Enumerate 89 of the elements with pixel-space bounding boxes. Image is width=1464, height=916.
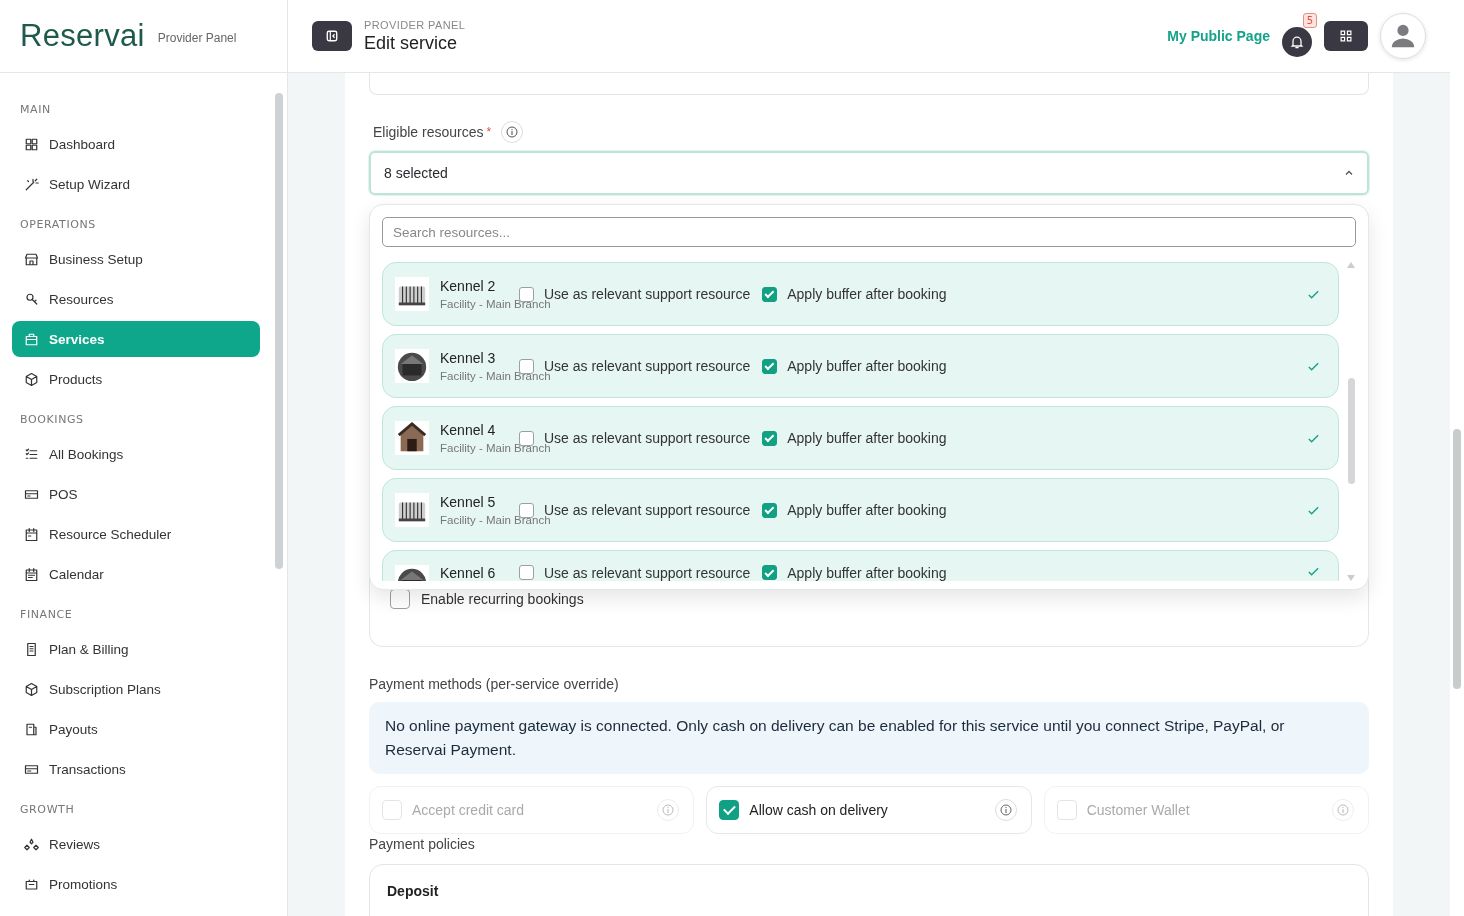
checkbox-label: Apply buffer after booking: [787, 358, 947, 374]
sidebar-item[interactable]: Subscription Plans: [12, 671, 260, 707]
sidebar-item[interactable]: Setup Wizard: [12, 166, 260, 202]
checkbox[interactable]: [719, 800, 740, 820]
sidebar-item[interactable]: Resource Scheduler: [12, 516, 260, 552]
menu-item-icon: [24, 566, 39, 582]
checkbox[interactable]: [762, 565, 778, 580]
notification-badge: 5: [1302, 13, 1317, 28]
menu-item-icon: [24, 371, 39, 387]
sidebar-item[interactable]: Resources: [12, 281, 260, 317]
resource-option[interactable]: Kennel 2 Facility - Main Branch Use as relevant support resource Apply buffer after booking: [382, 262, 1339, 326]
sidebar-icon: [326, 30, 338, 42]
grid-icon: [1339, 29, 1353, 43]
checkbox[interactable]: [762, 430, 778, 446]
section-heading: OPERATIONS: [19, 217, 97, 233]
menu-item-icon: [24, 721, 39, 737]
menu-item-icon: [24, 641, 39, 657]
input-field[interactable]: [369, 73, 1369, 95]
checkbox-label: Apply buffer after booking: [787, 502, 947, 518]
sidebar-item[interactable]: Reviews: [12, 826, 260, 862]
menu-item-icon: [24, 526, 39, 542]
bell-icon: [1289, 34, 1305, 50]
option-label: Allow cash on delivery: [749, 802, 888, 818]
menu-item-icon: [24, 251, 39, 267]
resource-name: Kennel 6: [440, 565, 496, 581]
option-label: Customer Wallet: [1086, 802, 1190, 818]
sidebar-item[interactable]: Promotions: [12, 866, 260, 902]
checkbox-label: Apply buffer after booking: [787, 565, 947, 581]
card-title: Deposit: [387, 883, 440, 899]
sidebar-item[interactable]: Calendar: [12, 556, 260, 592]
menu-item-icon: [24, 446, 39, 462]
resource-name: Kennel 2: [440, 278, 496, 294]
menu-item-icon: [24, 176, 39, 192]
section-title: Payment methods (per-service override): [369, 676, 620, 692]
section-heading: GROWTH: [19, 802, 76, 818]
sidebar-item[interactable]: Plan & Billing: [12, 631, 260, 667]
sidebar-item[interactable]: Transactions: [12, 751, 260, 787]
page-kicker: PROVIDER PANEL: [364, 18, 466, 31]
sidebar-item[interactable]: Products: [12, 361, 260, 397]
chevron-icon: [1344, 168, 1354, 178]
payment-option[interactable]: Allow cash on delivery: [706, 786, 1032, 834]
check-icon: [1307, 565, 1320, 578]
page-title: Edit service: [364, 32, 459, 54]
checkbox[interactable]: [762, 358, 778, 374]
menu-item-icon: [24, 876, 39, 892]
menu-item-icon: [24, 681, 39, 697]
resource-name: Kennel 5: [440, 494, 496, 510]
menu-item-icon: [24, 331, 39, 347]
resources-select[interactable]: 8 selected: [369, 151, 1369, 195]
panel-subtitle: Provider Panel: [157, 31, 237, 45]
sidebar-item[interactable]: All Bookings: [12, 436, 260, 472]
scroll-up-icon[interactable]: [1347, 262, 1355, 268]
section-title: Payment policies: [369, 836, 476, 852]
sidebar-item[interactable]: Payouts: [12, 711, 260, 747]
resource-option[interactable]: Kennel 5 Facility - Main Branch Use as relevant support resource Apply buffer after booking: [382, 478, 1339, 542]
search-field[interactable]: Search resources...: [382, 217, 1356, 247]
checkbox[interactable]: [762, 502, 778, 518]
checkbox[interactable]: [519, 565, 534, 580]
sidebar-item[interactable]: POS: [12, 476, 260, 512]
resource-option[interactable]: Kennel 4 Facility - Main Branch Use as relevant support resource Apply buffer after booking: [382, 406, 1339, 470]
resource-name: Kennel 4: [440, 422, 496, 438]
sidebar-item[interactable]: Dashboard: [12, 126, 260, 162]
section-heading: FINANCE: [19, 607, 74, 623]
menu-item-icon: [24, 136, 39, 152]
checkbox-label: Apply buffer after booking: [787, 286, 947, 302]
checkbox[interactable]: [762, 286, 778, 302]
checkbox-label: Enable recurring bookings: [421, 591, 584, 607]
resource-option[interactable]: Kennel 6 Use as relevant support resource Apply buffer after booking: [382, 550, 1339, 581]
checkbox[interactable]: [390, 589, 410, 609]
sidebar-toggle-button[interactable]: [312, 21, 352, 51]
section-heading: BOOKINGS: [19, 412, 85, 428]
apps-button[interactable]: [1324, 21, 1368, 51]
field-label: Eligible resources: [373, 124, 484, 140]
notice-text: No online payment gateway is connected. Only cash on delivery can be enabled for this service until you connect Stripe, PayPal, or Reservai Payment.: [369, 702, 1369, 774]
resource-option[interactable]: Kennel 3 Facility - Main Branch Use as relevant support resource Apply buffer after booking: [382, 334, 1339, 398]
menu-item-icon: [24, 836, 39, 852]
checkbox-label: Use as relevant support resource: [544, 565, 751, 581]
section-heading: MAIN: [19, 102, 52, 118]
sidebar-item[interactable]: Business Setup: [12, 241, 260, 277]
menu-item-icon: [24, 291, 39, 307]
required-mark: *: [486, 125, 492, 139]
scrollbar-thumb[interactable]: [1453, 429, 1461, 689]
option-label: Accept credit card: [412, 802, 525, 818]
scroll-down-icon[interactable]: [1347, 575, 1355, 581]
scrollbar-thumb[interactable]: [1347, 378, 1355, 484]
resource-name: Kennel 3: [440, 350, 496, 366]
logo: Reservai: [20, 18, 145, 54]
notifications-button[interactable]: [1282, 27, 1312, 57]
checkbox-label: Apply buffer after booking: [787, 430, 947, 446]
